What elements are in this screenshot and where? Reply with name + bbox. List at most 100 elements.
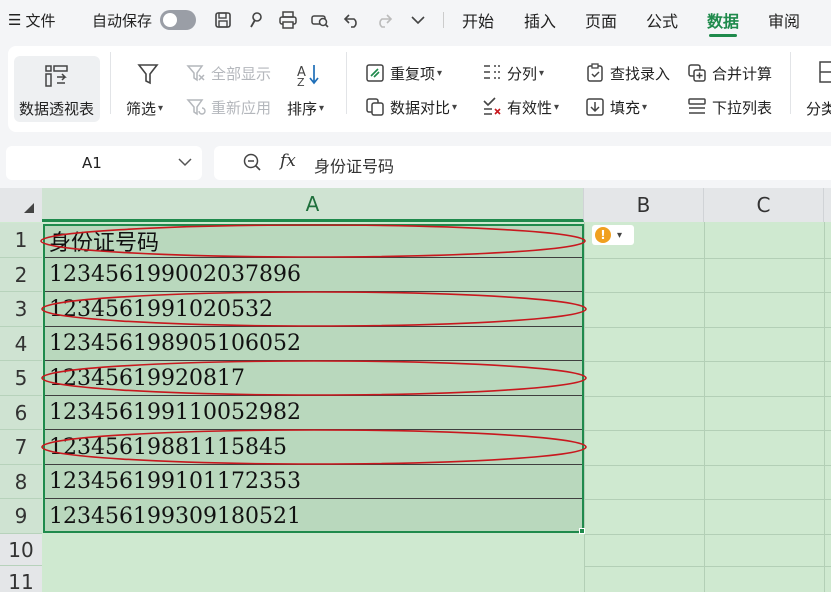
chevron-down-icon: ▾ — [642, 101, 648, 113]
chevron-down-icon[interactable] — [178, 156, 192, 171]
column-header-b[interactable]: B — [584, 188, 704, 222]
dropdown-list-icon — [686, 96, 708, 118]
ribbon-divider — [110, 52, 111, 114]
cell-a3[interactable]: 1234561991020532 — [44, 292, 582, 327]
cell-a1[interactable]: 身份证号码 — [44, 224, 582, 258]
cell-a6[interactable]: 123456199110052982 — [44, 396, 582, 430]
svg-text:Z: Z — [297, 76, 305, 86]
redo-icon[interactable] — [373, 9, 395, 31]
ribbon-panel — [8, 46, 831, 132]
dropdown-list-button[interactable]: 下拉列表 — [686, 96, 772, 118]
row-header[interactable]: 10 — [0, 534, 42, 566]
print-preview-icon[interactable] — [309, 9, 331, 31]
merge-calc-button[interactable]: 合并计算 — [686, 62, 772, 84]
group-button[interactable]: 分类 — [806, 98, 831, 119]
error-indicator-button[interactable]: ! ▾ — [592, 225, 634, 245]
filter-button[interactable]: 筛选 ▾ — [126, 98, 163, 119]
gridline — [584, 222, 585, 592]
column-header-a[interactable]: A — [42, 188, 584, 222]
merge-calc-icon — [686, 62, 708, 84]
ribbon-divider — [346, 52, 347, 114]
row-header[interactable]: 7 — [0, 430, 42, 465]
select-all-corner[interactable] — [0, 188, 42, 222]
warning-icon: ! — [595, 227, 611, 243]
row-header[interactable]: 11 — [0, 566, 42, 592]
validity-icon — [481, 96, 503, 118]
cell-a4[interactable]: 123456198905106052 — [44, 327, 582, 361]
chevron-down-icon: ▾ — [539, 67, 545, 79]
hamburger-icon: ☰ — [8, 11, 22, 29]
cell-a2[interactable]: 123456199002037896 — [44, 258, 582, 292]
column-header-d[interactable] — [824, 188, 831, 222]
chevron-down-icon[interactable] — [407, 9, 429, 31]
undo-icon[interactable] — [341, 9, 363, 31]
fill-button[interactable]: 填充 ▾ — [584, 96, 647, 118]
cell-a5[interactable]: 12345619920817 — [44, 361, 582, 396]
gridline — [584, 465, 831, 466]
row-header[interactable]: 8 — [0, 465, 42, 499]
tab-insert[interactable]: 插入 — [524, 0, 556, 40]
formula-input[interactable]: fx 身份证号码 — [214, 146, 831, 180]
show-all-button[interactable]: 全部显示 — [185, 62, 271, 84]
split-column-label: 分列 — [507, 64, 538, 83]
duplicates-icon — [364, 62, 386, 84]
cell-a7[interactable]: 12345619881115845 — [44, 430, 582, 465]
cell-a9[interactable]: 123456199309180521 — [44, 499, 582, 533]
dropdown-list-label: 下拉列表 — [712, 98, 773, 117]
gridline — [584, 534, 831, 535]
print-icon[interactable] — [277, 9, 299, 31]
fill-label: 填充 — [610, 98, 641, 117]
menu-bar: ☰ 文件 自动保存 开始 插入 页面 公式 数据 审阅 — [0, 0, 831, 40]
compare-icon — [364, 96, 386, 118]
group-label: 分类 — [806, 100, 831, 118]
zoom-icon[interactable] — [242, 152, 262, 176]
ribbon-divider — [790, 52, 791, 114]
validity-button[interactable]: 有效性 ▾ — [481, 96, 559, 118]
tab-home[interactable]: 开始 — [462, 0, 494, 40]
gridline — [584, 499, 831, 500]
gridline — [584, 566, 831, 567]
format-painter-icon[interactable] — [245, 9, 267, 31]
chevron-down-icon: ▾ — [437, 67, 443, 79]
filter-icon — [137, 62, 159, 90]
row-header[interactable]: 4 — [0, 327, 42, 361]
filter-label: 筛选 — [126, 100, 157, 118]
pivot-table-label: 数据透视表 — [19, 100, 95, 118]
row-header[interactable]: 5 — [0, 361, 42, 396]
split-column-button[interactable]: 分列 ▾ — [481, 62, 544, 84]
file-menu[interactable]: ☰ 文件 — [8, 0, 55, 40]
row-header[interactable]: 2 — [0, 258, 42, 292]
data-compare-button[interactable]: 数据对比 ▾ — [364, 96, 457, 118]
lookup-entry-button[interactable]: 查找录入 — [584, 62, 670, 84]
save-icon[interactable] — [212, 9, 234, 31]
gridline — [584, 430, 831, 431]
duplicates-label: 重复项 — [390, 64, 436, 83]
autosave-toggle[interactable] — [160, 10, 196, 30]
fill-down-icon — [584, 96, 606, 118]
tab-data[interactable]: 数据 — [707, 0, 739, 40]
tab-formulas[interactable]: 公式 — [646, 0, 678, 40]
duplicates-button[interactable]: 重复项 ▾ — [364, 62, 442, 84]
sort-label: 排序 — [287, 100, 318, 118]
gridline — [704, 222, 705, 592]
row-header[interactable]: 3 — [0, 292, 42, 327]
chevron-down-icon: ▾ — [319, 103, 325, 114]
chevron-down-icon: ▾ — [452, 101, 458, 113]
spreadsheet-grid[interactable]: A B C 1 2 3 4 5 6 7 8 9 10 11 身份证号码 1234… — [0, 188, 831, 592]
sort-button[interactable]: 排序 ▾ — [287, 98, 324, 119]
pivot-table-button[interactable]: 数据透视表 — [14, 56, 100, 122]
column-header-c[interactable]: C — [704, 188, 824, 222]
row-header[interactable]: 1 — [0, 223, 42, 258]
tab-page[interactable]: 页面 — [585, 0, 617, 40]
row-header[interactable]: 6 — [0, 396, 42, 430]
cell-reference: A1 — [82, 154, 102, 172]
row-header[interactable]: 9 — [0, 499, 42, 534]
function-icon[interactable]: fx — [280, 151, 296, 171]
cell-a8[interactable]: 123456199101172353 — [44, 465, 582, 499]
merge-calc-label: 合并计算 — [712, 64, 773, 83]
name-box[interactable]: A1 — [6, 146, 202, 180]
gridline — [584, 327, 831, 328]
fill-handle[interactable] — [579, 528, 585, 534]
tab-review[interactable]: 审阅 — [768, 0, 800, 40]
reapply-button[interactable]: 重新应用 — [185, 96, 271, 118]
